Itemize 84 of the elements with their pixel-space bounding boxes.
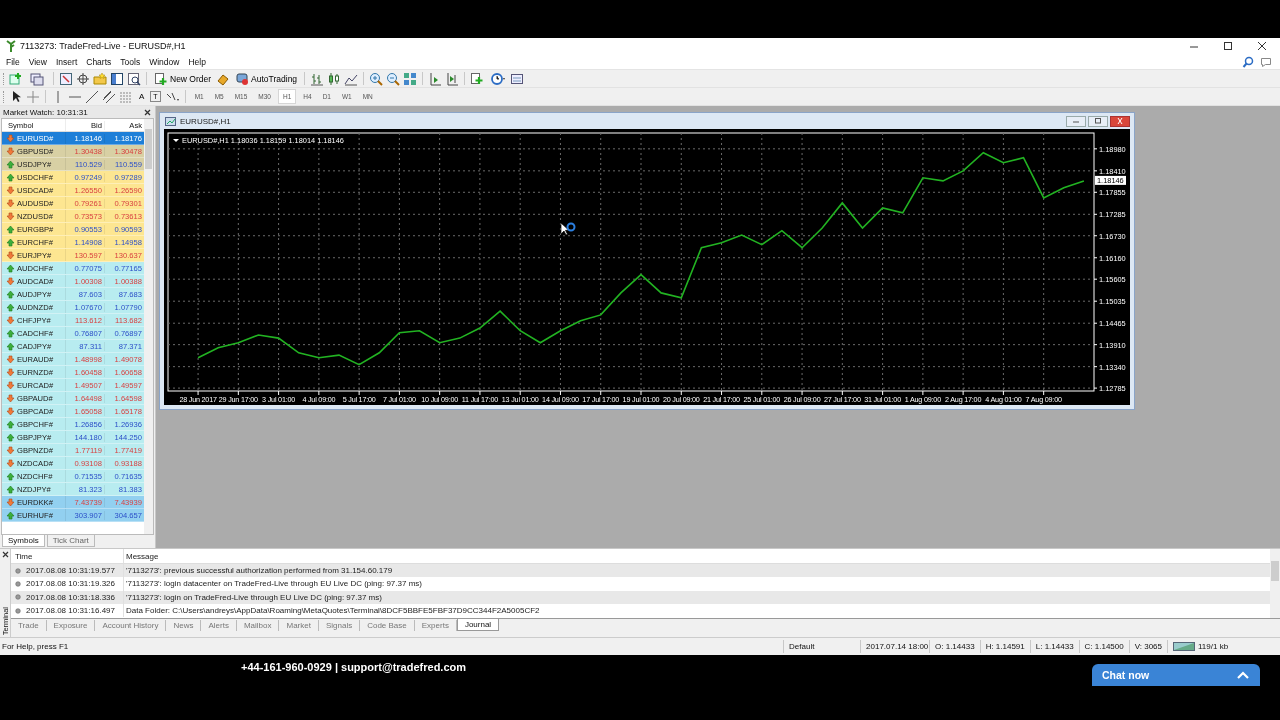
bar-chart-icon[interactable] — [310, 71, 325, 86]
log-time: 2017.08.08 10:31:19.577 — [26, 566, 115, 576]
terminal-tab[interactable]: News — [166, 620, 202, 631]
log-dot-icon — [15, 594, 21, 601]
menu-item[interactable]: Charts — [82, 56, 117, 67]
app-logo-icon — [4, 39, 16, 53]
status-field: L: 1.14433 — [1029, 640, 1079, 653]
crosshair-circle-icon[interactable] — [76, 71, 90, 86]
document-plus-icon — [154, 71, 168, 86]
status-field: O: 1.14433 — [929, 640, 980, 653]
chart-shift-icon[interactable] — [428, 71, 443, 86]
scrollbar[interactable] — [144, 119, 153, 534]
column-header[interactable]: Message — [124, 551, 159, 561]
log-time: 2017.08.08 10:31:18.336 — [26, 592, 115, 602]
log-dot-icon — [15, 567, 21, 574]
trend-line-icon[interactable] — [85, 89, 99, 104]
panel-title: Market Watch: 10:31:31 — [3, 107, 88, 117]
status-field: 2017.07.14 18:00 — [860, 640, 930, 653]
chart-window-title: EURUSD#,H1 — [180, 116, 232, 126]
chart-window-icon — [164, 114, 177, 128]
search-icon[interactable] — [1242, 55, 1254, 68]
chat-now-button[interactable]: Chat now — [1092, 664, 1260, 686]
status-field: V: 3065 — [1128, 640, 1167, 653]
status-field: Default — [783, 640, 861, 653]
traffic-text: 119/1 kb — [1198, 642, 1229, 651]
status-field: H: 1.14591 — [979, 640, 1030, 653]
terminal-tab[interactable]: Trade — [11, 620, 47, 631]
close-button[interactable] — [1110, 115, 1130, 127]
status-field: C: 1.14500 — [1078, 640, 1129, 653]
tile-windows-icon[interactable] — [403, 71, 418, 86]
terminal-tab[interactable]: Exposure — [46, 620, 96, 631]
clock-icon[interactable] — [491, 71, 508, 86]
terminal-tab[interactable]: Signals — [318, 620, 361, 631]
zoom-in-icon[interactable] — [369, 71, 384, 86]
close-icon — [1116, 118, 1124, 124]
busy-cursor-icon — [560, 222, 576, 238]
zoom-out-icon[interactable] — [386, 71, 401, 86]
terminal-tab[interactable]: Account History — [95, 620, 167, 631]
connection-bars-icon — [1173, 642, 1195, 651]
minimize-icon — [1072, 118, 1080, 124]
window-title: 7113273: TradeFred-Live - EURUSD#,H1 — [20, 41, 187, 51]
log-time: 2017.08.08 10:31:19.326 — [26, 579, 115, 589]
log-message: '7113273': login on TradeFred-Live through EU Live DC (ping: 97.37 ms) — [125, 592, 382, 602]
menu-item[interactable]: Insert — [52, 56, 83, 67]
log-time: 2017.08.08 10:31:16.497 — [26, 606, 115, 616]
terminal-tab[interactable]: Journal — [456, 619, 500, 631]
terminal-tab[interactable]: Mailbox — [236, 620, 280, 631]
log-dot-icon — [15, 607, 21, 614]
close-icon[interactable] — [1256, 40, 1268, 52]
menu-item[interactable]: View — [24, 56, 52, 67]
close-icon[interactable] — [143, 107, 152, 117]
log-message: Data Folder: C:\Users\andreys\AppData\Roaming\MetaQuotes\Terminal\8DCF5BBFE5FBF37D9CC344F2A5005CF2 — [125, 606, 540, 616]
log-dot-icon — [15, 580, 21, 587]
panel-tab[interactable]: Tick Chart — [46, 535, 95, 547]
panel-tab[interactable]: Symbols — [2, 535, 45, 547]
menu-item[interactable]: Window — [145, 56, 185, 67]
menu-item[interactable]: Help — [184, 56, 211, 67]
menu-item[interactable]: File — [2, 56, 25, 67]
star-folder-icon[interactable] — [93, 71, 107, 86]
autotrading-button[interactable]: AutoTrading — [233, 71, 300, 86]
new-order-button[interactable]: New Order — [152, 71, 214, 86]
status-text: For Help, press F1 — [1, 642, 70, 651]
terminal-tab[interactable]: Experts — [414, 620, 457, 631]
scrollbar[interactable] — [1270, 549, 1280, 618]
caret-up-icon — [1236, 670, 1250, 680]
menu-item[interactable]: Tools — [116, 56, 146, 67]
terminal-tab[interactable]: Market — [279, 620, 319, 631]
close-icon[interactable] — [1, 551, 9, 558]
candlestick-icon[interactable] — [327, 71, 342, 86]
contact-text: +44-161-960-0929 | support@tradefred.com — [241, 661, 467, 673]
panel-icon[interactable] — [110, 71, 124, 86]
terminal-tab[interactable]: Code Base — [360, 620, 415, 631]
restore-button[interactable] — [1088, 115, 1108, 127]
column-header[interactable]: Time — [11, 549, 124, 563]
channel-icon[interactable] — [102, 89, 116, 104]
log-message: '7113273': previous successful authorization performed from 31.154.60.179 — [125, 566, 393, 576]
terminal-tab[interactable]: Alerts — [201, 620, 237, 631]
maximize-icon[interactable] — [1222, 40, 1234, 52]
magnifier-icon[interactable] — [127, 71, 141, 86]
log-message: '7113273': login datacenter on TradeFred-Live through EU Live DC (ping: 97.37 ms) — [125, 579, 422, 589]
autoscroll-icon[interactable] — [445, 71, 460, 86]
text-tool-button[interactable]: A — [136, 90, 148, 103]
restore-icon — [1094, 118, 1102, 124]
robot-icon — [235, 71, 250, 86]
